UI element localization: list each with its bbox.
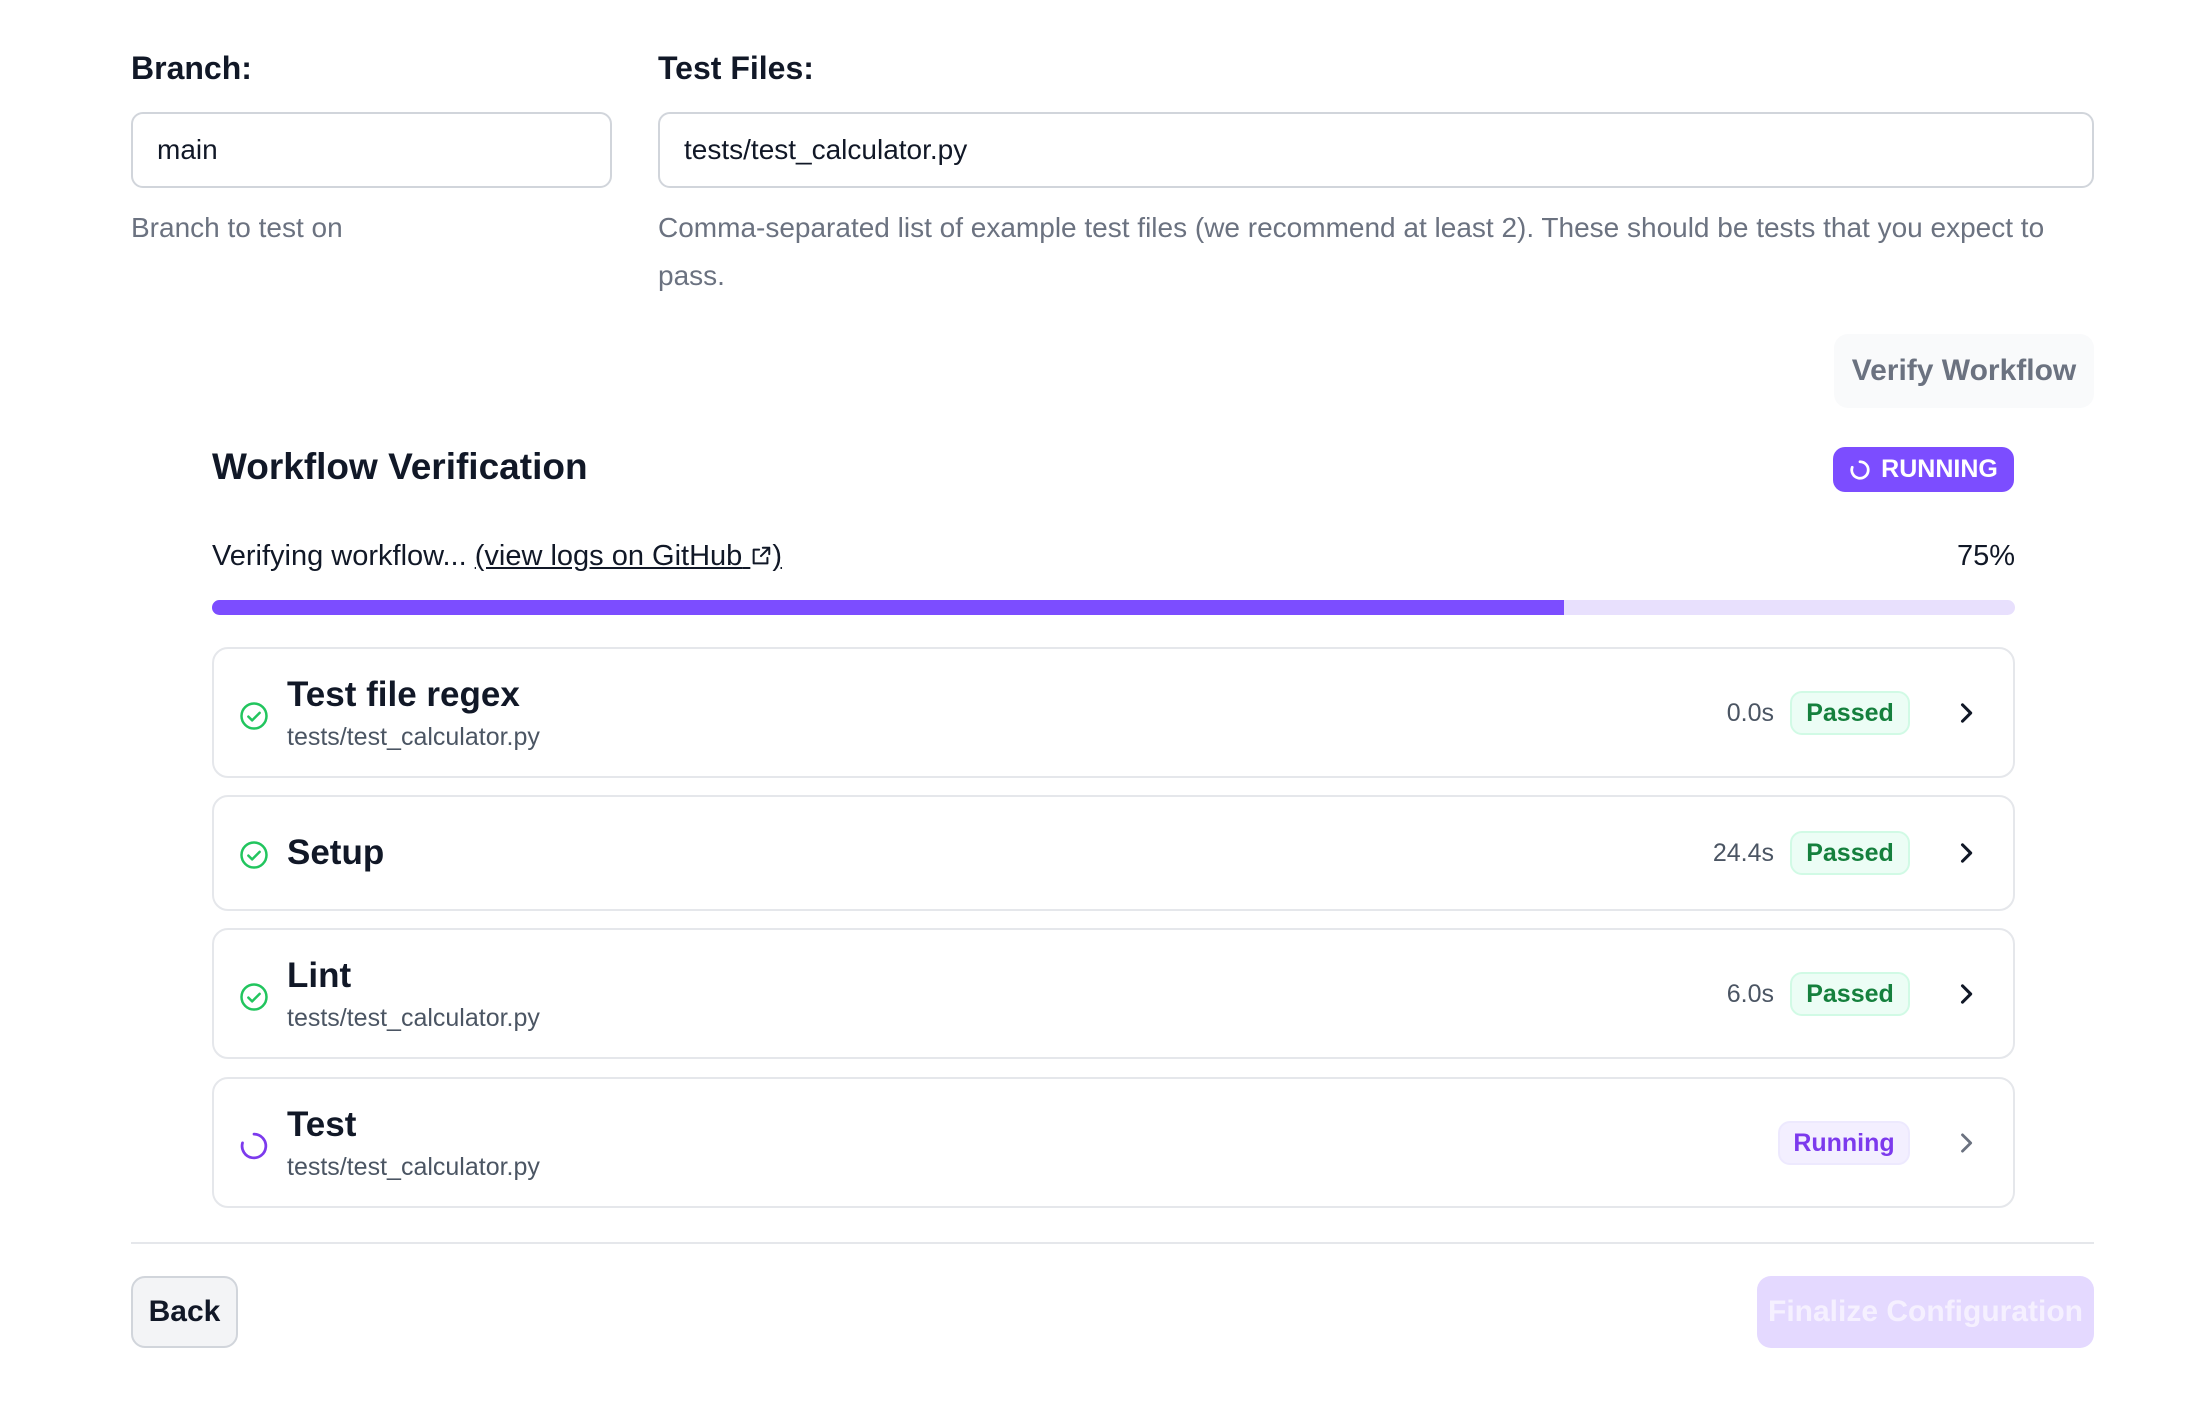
branch-input[interactable]: main <box>131 112 612 188</box>
verify-workflow-button[interactable]: Verify Workflow <box>1834 334 2094 408</box>
branch-help: Branch to test on <box>131 212 343 243</box>
step-name: Test <box>287 1105 357 1144</box>
progress-percent: 75% <box>1956 540 2015 572</box>
check-circle-icon <box>240 841 268 869</box>
chevron-right-icon[interactable] <box>1952 980 1980 1008</box>
test-files-input[interactable]: tests/test_calculator.py <box>658 112 2094 188</box>
progress-bar-fill <box>212 600 1565 615</box>
status-pill: Running <box>1778 1121 1910 1165</box>
status-pill: Passed <box>1790 691 1910 735</box>
status-badge: RUNNING <box>1833 447 2014 492</box>
progress-bar <box>212 600 2015 615</box>
step-row-setup[interactable]: Setup 24.4s Passed <box>212 795 2015 911</box>
chevron-right-icon[interactable] <box>1952 699 1980 727</box>
verification-title: Workflow Verification <box>212 446 588 487</box>
step-row-test-file-regex[interactable]: Test file regex tests/test_calculator.py… <box>212 647 2015 778</box>
test-files-help: Comma-separated list of example test fil… <box>658 212 2045 291</box>
progress-text: Verifying workflow... <box>212 540 467 572</box>
test-files-label: Test Files: <box>658 50 814 86</box>
step-name: Lint <box>287 956 352 995</box>
step-duration: 24.4s <box>1712 839 1774 867</box>
step-duration: 6.0s <box>1726 980 1774 1008</box>
step-row-lint[interactable]: Lint tests/test_calculator.py 6.0s Passe… <box>212 928 2015 1059</box>
github-logs-link[interactable]: (view logs on GitHub ) <box>475 540 782 572</box>
spinner-icon <box>240 1132 268 1160</box>
status-badge-label: RUNNING <box>1881 455 1998 483</box>
external-link-icon <box>753 546 771 565</box>
step-name: Setup <box>287 833 385 872</box>
step-subtitle: tests/test_calculator.py <box>287 1004 540 1032</box>
step-name: Test file regex <box>287 675 520 714</box>
status-pill: Passed <box>1790 831 1910 875</box>
progress-text-row: Verifying workflow... (view logs on GitH… <box>212 540 782 573</box>
chevron-right-icon[interactable] <box>1952 839 1980 867</box>
spinner-icon <box>1850 459 1870 480</box>
check-circle-icon <box>240 983 268 1011</box>
chevron-right-icon[interactable] <box>1952 1129 1980 1157</box>
branch-label: Branch: <box>131 50 252 86</box>
finalize-configuration-button[interactable]: Finalize Configuration <box>1757 1276 2094 1348</box>
step-subtitle: tests/test_calculator.py <box>287 1153 540 1181</box>
footer-divider <box>131 1242 2094 1244</box>
status-pill: Passed <box>1790 972 1910 1016</box>
step-duration: 0.0s <box>1726 699 1774 727</box>
step-subtitle: tests/test_calculator.py <box>287 723 540 751</box>
check-circle-icon <box>240 702 268 730</box>
step-row-test[interactable]: Test tests/test_calculator.py Running <box>212 1077 2015 1208</box>
back-button[interactable]: Back <box>131 1276 238 1348</box>
